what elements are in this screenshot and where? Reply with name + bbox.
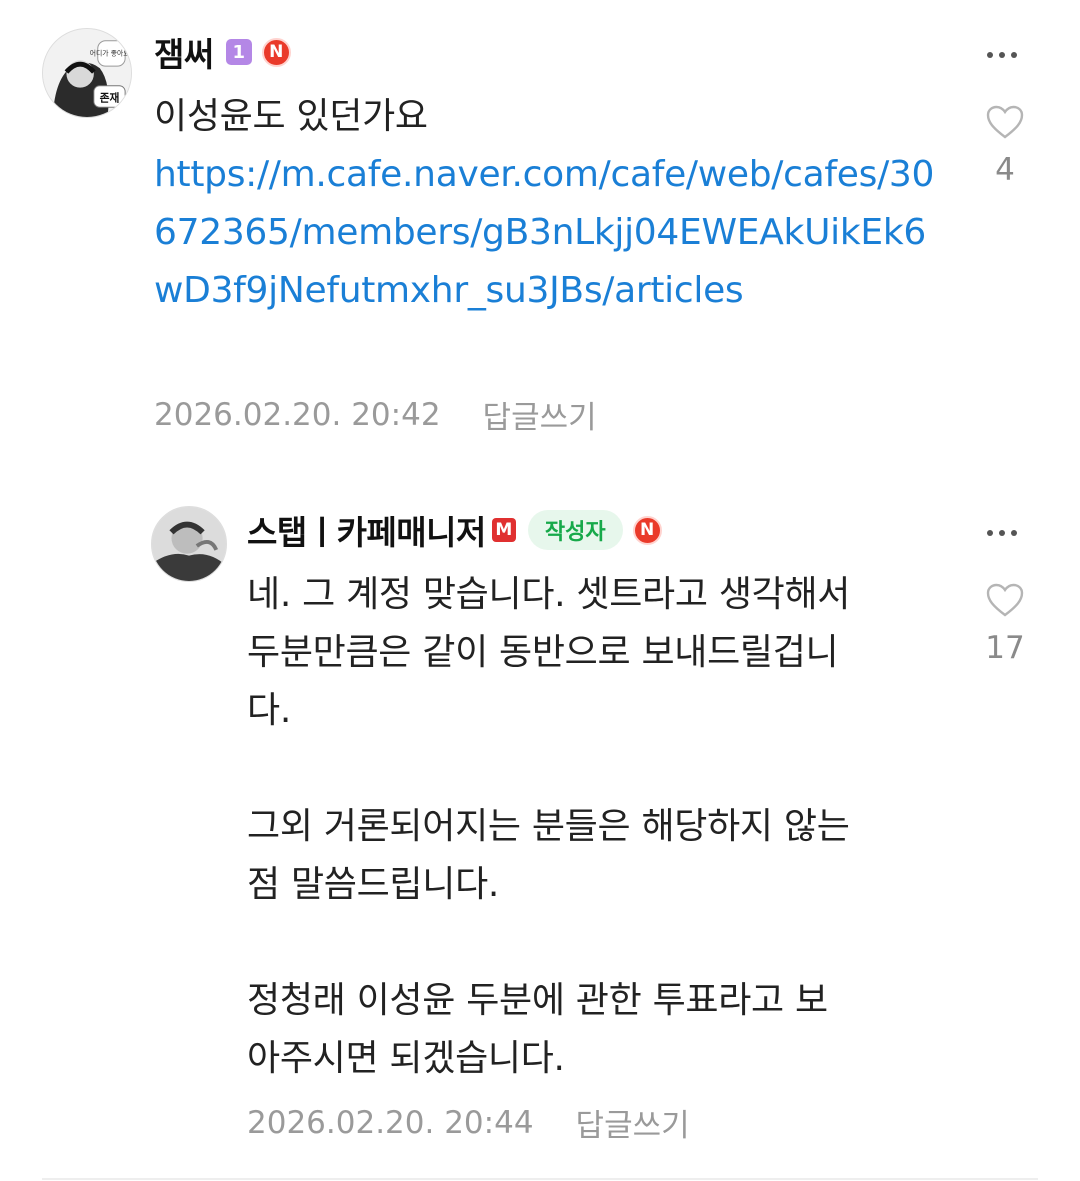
manager-badge-icon: M xyxy=(491,518,516,542)
user-avatar[interactable]: 어디가 좋아요? 존재 xyxy=(42,28,132,118)
comment-2-reply: 스탭ㅣ카페매니저 M 작성자 N 네. 그 계정 맞습니다. 셋트라고 생각해서… xyxy=(0,480,1080,1180)
heart-icon xyxy=(986,583,1024,617)
nickname[interactable]: 스탭ㅣ카페매니저 xyxy=(247,506,486,554)
comment-header: 잼써 1 N xyxy=(154,30,291,74)
heart-icon xyxy=(986,105,1024,139)
comment-meta: 2026.02.20. 20:42 답글쓰기 xyxy=(154,392,597,437)
naver-badge-icon: N xyxy=(261,37,291,67)
comment-meta: 2026.02.20. 20:44 답글쓰기 xyxy=(247,1100,690,1145)
naver-badge-icon: N xyxy=(632,515,662,545)
divider xyxy=(42,1178,1038,1180)
level-badge-icon: 1 xyxy=(225,39,252,65)
avatar-image: 어디가 좋아요? 존재 xyxy=(43,29,131,117)
comment-1: 어디가 좋아요? 존재 잼써 1 N 이성윤도 있던가요 https://m.c… xyxy=(0,0,1080,460)
like-button[interactable]: 17 xyxy=(965,582,1045,666)
dot-icon xyxy=(987,52,993,58)
comment-date: 2026.02.20. 20:44 xyxy=(247,1104,534,1141)
comment-text: 이성윤도 있던가요 xyxy=(154,96,428,137)
dot-icon xyxy=(999,52,1005,58)
avatar-image xyxy=(152,507,226,581)
reply-button[interactable]: 답글쓰기 xyxy=(576,1100,690,1145)
like-button[interactable]: 4 xyxy=(965,104,1045,188)
dot-icon xyxy=(1011,52,1017,58)
comment-header: 스탭ㅣ카페매니저 M 작성자 N xyxy=(247,506,662,554)
more-options-button[interactable] xyxy=(987,52,1017,58)
dot-icon xyxy=(1011,530,1017,536)
more-options-button[interactable] xyxy=(987,530,1017,536)
avatar-text-top: 어디가 좋아요? xyxy=(90,48,131,57)
nickname[interactable]: 잼써 xyxy=(154,28,214,76)
reply-button[interactable]: 답글쓰기 xyxy=(483,392,597,437)
dot-icon xyxy=(999,530,1005,536)
comment-date: 2026.02.20. 20:42 xyxy=(154,396,441,433)
comment-text: 네. 그 계정 맞습니다. 셋트라고 생각해서 두분만큼은 같이 동반으로 보내… xyxy=(247,574,851,1079)
like-count: 17 xyxy=(985,630,1025,666)
like-count: 4 xyxy=(995,152,1015,188)
user-avatar[interactable] xyxy=(151,506,227,582)
comment-link[interactable]: https://m.cafe.naver.com/cafe/web/cafes/… xyxy=(154,146,944,320)
dot-icon xyxy=(987,530,993,536)
author-tag: 작성자 xyxy=(527,510,623,550)
avatar-text-bottom: 존재 xyxy=(100,91,120,104)
